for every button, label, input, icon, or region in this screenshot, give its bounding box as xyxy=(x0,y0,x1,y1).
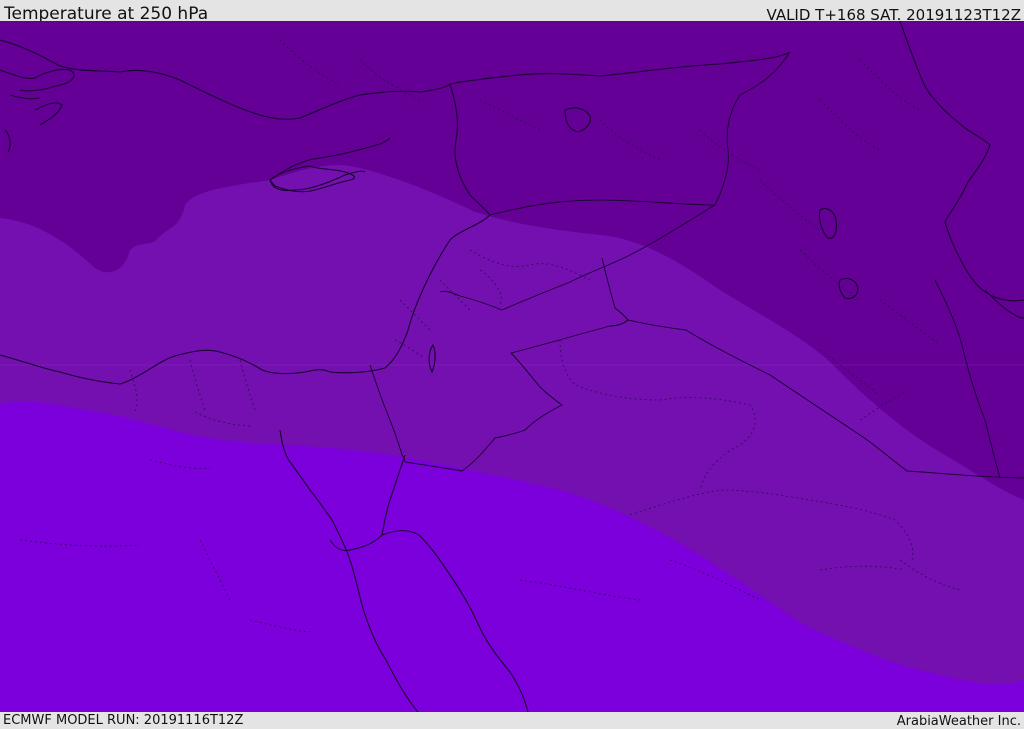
title-bar: Temperature at 250 hPa VALID T+168 SAT. … xyxy=(0,0,1024,24)
footer-bar: ECMWF MODEL RUN: 20191116T12Z ArabiaWeat… xyxy=(0,712,1024,729)
map-canvas xyxy=(0,21,1024,712)
credit-label: ArabiaWeather Inc. xyxy=(896,714,1021,729)
model-run-label: ECMWF MODEL RUN: 20191116T12Z xyxy=(3,713,244,728)
weather-map-frame: Temperature at 250 hPa VALID T+168 SAT. … xyxy=(0,0,1024,729)
map-svg xyxy=(0,21,1024,712)
